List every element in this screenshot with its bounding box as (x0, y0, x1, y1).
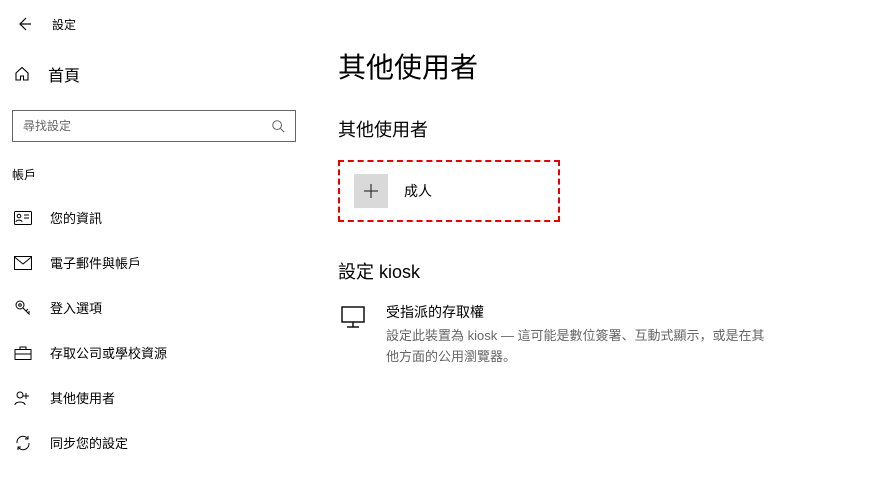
sidebar-item-email-accounts[interactable]: 電子郵件與帳戶 (0, 240, 308, 285)
kiosk-title: 受指派的存取權 (386, 302, 829, 322)
monitor-icon (338, 302, 368, 368)
search-box[interactable] (12, 110, 296, 142)
plus-icon (354, 174, 388, 208)
sidebar-item-label: 電子郵件與帳戶 (50, 253, 141, 272)
back-button[interactable] (14, 14, 34, 34)
search-input[interactable] (23, 119, 271, 133)
home-icon (14, 66, 30, 82)
sidebar-item-your-info[interactable]: 您的資訊 (0, 195, 308, 240)
sidebar-item-work-school[interactable]: 存取公司或學校資源 (0, 330, 308, 375)
home-button[interactable]: 首頁 (0, 52, 308, 96)
search-icon (271, 119, 285, 133)
sidebar-item-label: 您的資訊 (50, 208, 102, 227)
main-content: 其他使用者 其他使用者 成人 設定 kiosk 受指派的存取權 設定此裝置為 k… (308, 0, 869, 503)
sidebar-item-label: 其他使用者 (50, 388, 115, 407)
sidebar-item-label: 存取公司或學校資源 (50, 343, 167, 362)
page-title: 其他使用者 (338, 46, 829, 86)
header-title: 設定 (52, 16, 76, 33)
sidebar: 設定 首頁 帳戶 您的資訊 電子郵件與帳戶 登入選項 存 (0, 0, 308, 503)
mail-icon (14, 254, 32, 272)
kiosk-description: 設定此裝置為 kiosk — 這可能是數位簽署、互動式顯示，或是在其他方面的公用… (386, 326, 776, 368)
add-user-button[interactable]: 成人 (338, 160, 560, 222)
sidebar-item-label: 登入選項 (50, 298, 102, 317)
sidebar-item-sign-in-options[interactable]: 登入選項 (0, 285, 308, 330)
kiosk-heading: 設定 kiosk (338, 258, 829, 284)
kiosk-text: 受指派的存取權 設定此裝置為 kiosk — 這可能是數位簽署、互動式顯示，或是… (386, 302, 829, 368)
sidebar-section-label: 帳戶 (0, 142, 308, 195)
sidebar-item-label: 同步您的設定 (50, 433, 128, 452)
key-icon (14, 299, 32, 317)
add-user-label: 成人 (404, 181, 432, 201)
sync-icon (14, 434, 32, 452)
home-label: 首頁 (48, 62, 80, 86)
kiosk-assigned-access[interactable]: 受指派的存取權 設定此裝置為 kiosk — 這可能是數位簽署、互動式顯示，或是… (338, 302, 829, 368)
sidebar-item-other-users[interactable]: 其他使用者 (0, 375, 308, 420)
id-card-icon (14, 209, 32, 227)
arrow-left-icon (16, 16, 32, 32)
header-row: 設定 (0, 10, 308, 52)
people-icon (14, 389, 32, 407)
other-users-heading: 其他使用者 (338, 116, 829, 142)
briefcase-icon (14, 344, 32, 362)
sidebar-item-sync-settings[interactable]: 同步您的設定 (0, 420, 308, 465)
